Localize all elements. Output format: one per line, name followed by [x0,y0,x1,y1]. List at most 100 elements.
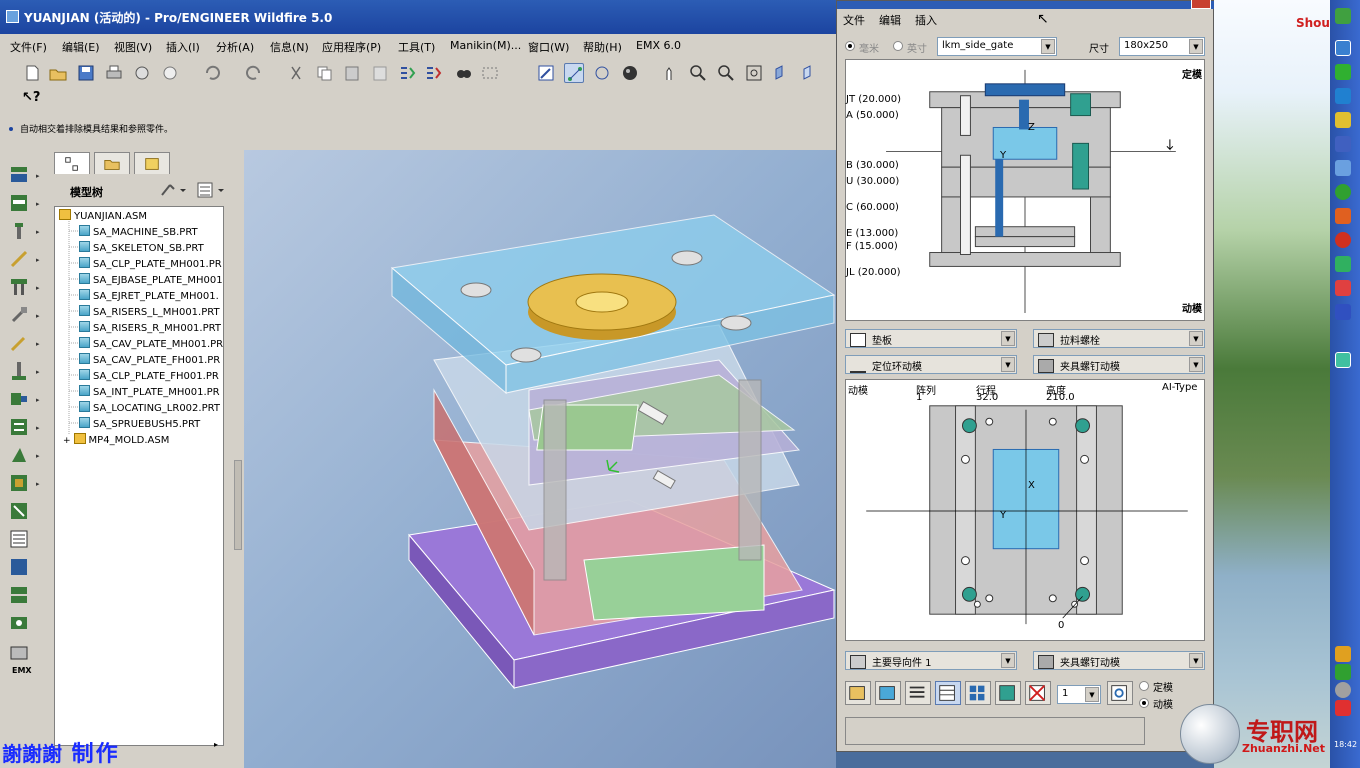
spin-center-icon[interactable] [564,63,584,83]
dropdown-arrow-icon[interactable]: ▸ [36,312,40,320]
zoom-in-icon[interactable] [688,63,708,83]
dropdown-arrow-icon[interactable]: ▸ [36,480,40,488]
reorient-icon[interactable] [772,63,792,83]
quicklaunch-media-icon[interactable] [1335,136,1351,152]
regenerate-icon[interactable] [398,63,418,83]
tab-favorites[interactable] [134,152,170,174]
undo-icon[interactable] [202,63,222,83]
bom-icon[interactable] [8,528,30,550]
save-component-icon[interactable] [875,681,901,705]
scroll-right-icon[interactable]: ▸ [214,740,218,749]
lifter-icon[interactable] [8,444,30,466]
orient-mode-icon[interactable] [592,63,612,83]
quicklaunch-tool-icon[interactable] [1335,208,1351,224]
dialog-menu-insert[interactable]: 插入 [915,12,937,28]
cooling-icon[interactable] [8,416,30,438]
pan-icon[interactable] [660,63,680,83]
tree-item[interactable]: SA_INT_PLATE_MH001.PR [79,385,220,401]
tray-antivirus-icon[interactable] [1335,700,1351,716]
plate-view-icon[interactable] [935,681,961,705]
load-component-icon[interactable] [845,681,871,705]
menu-tools[interactable]: 工具(T) [398,39,435,55]
zoom-plan-icon[interactable] [1107,681,1133,705]
dropdown-arrow-icon[interactable]: ▸ [36,172,40,180]
menu-info[interactable]: 信息(N) [270,39,309,55]
unit-mm-radio[interactable] [845,41,855,51]
bottom-clamp-screw-select[interactable]: 夹具螺钉动模 ▼ [1033,651,1205,670]
chevron-down-icon[interactable]: ▼ [1189,331,1203,346]
menu-file[interactable]: 文件(F) [10,39,47,55]
dropdown-arrow-icon[interactable]: ▸ [36,284,40,292]
shading-icon[interactable] [620,63,640,83]
template-select[interactable]: lkm_side_gate ▼ [937,37,1057,56]
saved-views-icon[interactable] [800,63,820,83]
menu-insert[interactable]: 插入(I) [166,39,200,55]
insert-icon[interactable] [8,472,30,494]
select-box-icon[interactable] [480,63,500,83]
panel-sash[interactable] [234,460,242,550]
dropdown-arrow-icon[interactable]: ▸ [36,396,40,404]
quicklaunch-warning-icon[interactable] [1335,112,1351,128]
tray-volume-icon[interactable] [1335,646,1351,662]
chevron-down-icon[interactable]: ▼ [1189,357,1203,372]
count-select[interactable]: 1 ▼ [1057,685,1101,704]
quicklaunch-ie-icon[interactable] [1335,88,1351,104]
guide-component-select[interactable]: 主要导向件 1 ▼ [845,651,1017,670]
mold-layout-icon[interactable] [8,164,30,186]
locating-ring-select[interactable]: 定位环动模 ▼ [845,355,1017,374]
tray-network-icon[interactable] [1335,664,1351,680]
layout-grid-icon[interactable] [965,681,991,705]
moving-half-radio[interactable] [1139,698,1149,708]
ejector-icon[interactable] [8,360,30,382]
plan-view[interactable]: 动模 阵列 1 行程 32.0 高度 210.0 AI-Type X Y 0 [845,379,1205,641]
chevron-down-icon[interactable]: ▼ [1085,687,1099,702]
menu-view[interactable]: 视图(V) [114,39,152,55]
quicklaunch-windows-icon[interactable] [1335,304,1351,320]
tray-clock-icon[interactable] [1335,682,1351,698]
zoom-out-icon[interactable] [716,63,736,83]
menu-window[interactable]: 窗口(W) [528,39,569,55]
guide-pin-icon[interactable] [8,276,30,298]
redo-icon[interactable] [244,63,264,83]
locking-icon[interactable] [8,500,30,522]
paste-icon[interactable] [342,63,362,83]
emx-logo-icon[interactable]: EMX [8,644,32,675]
tree-item[interactable]: SA_MACHINE_SB.PRT [79,225,198,241]
puller-bolt-select[interactable]: 拉料螺栓 ▼ [1033,329,1205,348]
unit-inch-radio[interactable] [893,41,903,51]
tree-item[interactable]: SA_RISERS_R_MH001.PRT [79,321,221,337]
plate-type-select[interactable]: 垫板 ▼ [845,329,1017,348]
quicklaunch-game-icon[interactable] [1335,232,1351,248]
tree-item[interactable]: SA_CAV_PLATE_FH001.PR [79,353,220,369]
chevron-down-icon[interactable]: ▼ [1189,653,1203,668]
menu-edit[interactable]: 编辑(E) [62,39,100,55]
show-desktop-icon[interactable] [1335,352,1351,368]
tree-item[interactable]: SA_RISERS_L_MH001.PRT [79,305,220,321]
tree-item[interactable]: SA_EJRET_PLATE_MH001. [79,289,219,305]
menu-analysis[interactable]: 分析(A) [216,39,254,55]
pencil-icon[interactable] [8,332,30,354]
regen-manager-icon[interactable] [424,63,444,83]
cross-section-view[interactable]: 定模 动模 JT (20.000) A (50.000) B (30.000) … [845,59,1205,321]
paste-special-icon[interactable] [370,63,390,83]
chevron-down-icon[interactable]: ▼ [1001,653,1015,668]
expand-icon[interactable]: + [63,436,71,446]
dropdown-arrow-icon[interactable]: ▸ [36,256,40,264]
tree-item[interactable]: SA_EJBASE_PLATE_MH001 [79,273,223,289]
quicklaunch-security-icon[interactable] [1335,256,1351,272]
new-file-icon[interactable] [22,63,42,83]
copy-icon[interactable] [314,63,334,83]
delete-component-icon[interactable] [1025,681,1051,705]
screw-icon[interactable] [8,220,30,242]
menu-manikin[interactable]: Manikin(M)... [450,39,521,52]
quicklaunch-browser-icon[interactable] [1335,40,1351,56]
repaint-icon[interactable] [536,63,556,83]
quicklaunch-refresh-icon[interactable] [1335,184,1351,200]
hammer-icon[interactable] [8,304,30,326]
tree-item[interactable]: SA_CLP_PLATE_FH001.PR [79,369,219,385]
bom-table-icon[interactable] [995,681,1021,705]
mold-open-icon[interactable] [8,584,30,606]
context-help-icon[interactable]: ↖? [22,90,44,110]
find-icon[interactable] [454,63,474,83]
tab-folder-browser[interactable] [94,152,130,174]
